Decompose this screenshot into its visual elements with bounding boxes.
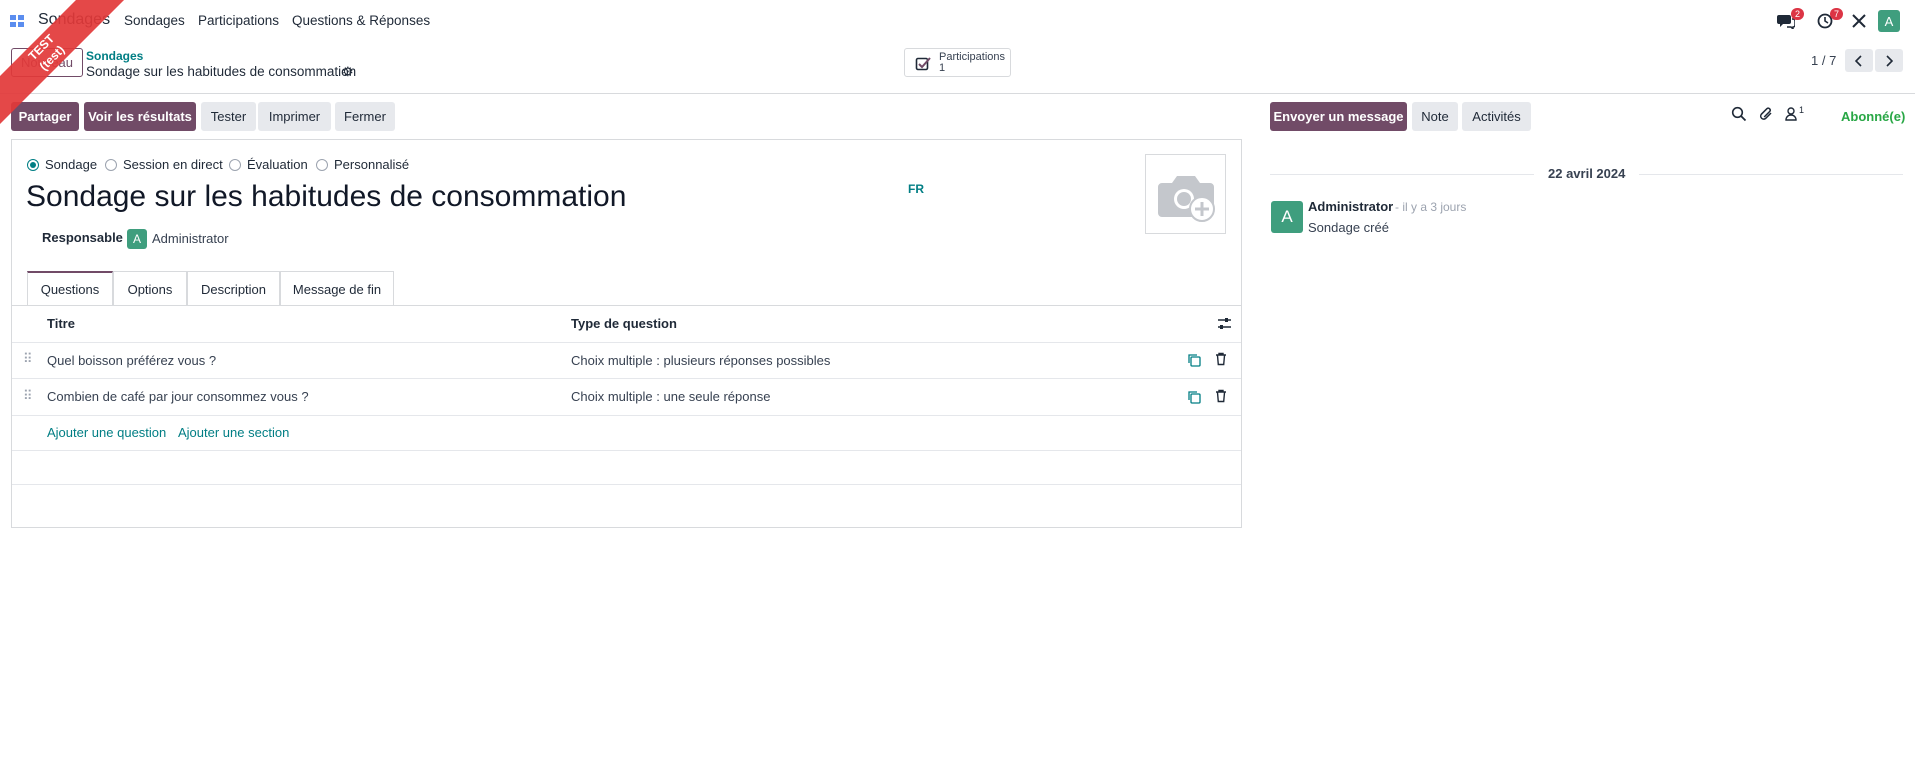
print-button[interactable]: Imprimer <box>258 102 331 131</box>
responsible-label: Responsable <box>42 230 123 245</box>
radio-circle <box>316 158 328 171</box>
tab-questions[interactable]: Questions <box>27 271 113 306</box>
user-menu[interactable]: A <box>1877 9 1901 33</box>
message-time: - il y a 3 jours <box>1395 200 1467 214</box>
tab-end-message[interactable]: Message de fin <box>280 271 394 306</box>
new-button[interactable]: Nouveau <box>11 48 83 77</box>
tab-divider <box>11 305 1242 306</box>
tools-icon <box>1852 14 1866 28</box>
add-question-link[interactable]: Ajouter une question <box>47 425 166 440</box>
drag-handle-icon[interactable]: ⠿ <box>23 351 32 367</box>
activities-badge: 7 <box>1830 8 1843 20</box>
question-title-cell[interactable]: Combien de café par jour consommez vous … <box>47 389 309 404</box>
smart-button-label: Participations <box>939 51 1006 63</box>
see-results-button[interactable]: Voir les résultats <box>84 102 196 131</box>
radio-circle <box>105 158 117 171</box>
copy-icon[interactable] <box>1187 390 1201 404</box>
question-title-cell[interactable]: Quel boisson préférez vous ? <box>47 353 216 368</box>
tab-description[interactable]: Description <box>187 271 280 306</box>
language-button[interactable]: FR <box>908 182 924 196</box>
followers-count: 1 <box>1799 105 1805 115</box>
user-avatar: A <box>1878 10 1900 32</box>
radio-label: Personnalisé <box>334 157 410 172</box>
question-type-cell[interactable]: Choix multiple : plusieurs réponses poss… <box>571 353 830 368</box>
pager-value[interactable]: 1 / 7 <box>1811 53 1836 68</box>
chevron-right-icon <box>1886 54 1893 67</box>
paperclip-icon[interactable] <box>1758 106 1774 122</box>
smart-button-value: 1 <box>939 62 946 74</box>
messaging-menu[interactable]: 2 <box>1774 8 1804 33</box>
message-author[interactable]: Administrator <box>1308 199 1393 214</box>
radio-label: Évaluation <box>247 157 308 172</box>
pager-previous[interactable] <box>1845 49 1873 72</box>
search-icon[interactable] <box>1731 106 1747 122</box>
copy-icon[interactable] <box>1187 353 1201 367</box>
row-divider <box>12 378 1241 379</box>
row-divider <box>12 415 1241 416</box>
column-header-type[interactable]: Type de question <box>571 316 677 331</box>
message-body: Sondage créé <box>1308 220 1389 235</box>
activities-button[interactable]: Activités <box>1462 102 1531 131</box>
debug-tools[interactable] <box>1847 9 1871 33</box>
menu-sondages[interactable]: Sondages <box>124 13 185 28</box>
column-header-title[interactable]: Titre <box>47 316 75 331</box>
survey-title-field[interactable]: Sondage sur les habitudes de consommatio… <box>26 180 626 214</box>
tab-options[interactable]: Options <box>113 271 187 306</box>
share-button[interactable]: Partager <box>11 102 79 131</box>
close-button[interactable]: Fermer <box>335 102 395 131</box>
image-upload[interactable] <box>1145 154 1226 234</box>
messages-badge: 2 <box>1791 8 1804 20</box>
followers-icon[interactable] <box>1784 106 1800 122</box>
radio-label: Session en direct <box>123 157 223 172</box>
row-divider <box>12 450 1241 451</box>
chevron-left-icon <box>1855 54 1862 67</box>
trash-icon[interactable] <box>1214 352 1228 366</box>
radio-circle <box>229 158 241 171</box>
radio-session-live[interactable]: Session en direct <box>105 157 223 172</box>
app-name[interactable]: Sondages <box>38 11 110 29</box>
row-divider <box>12 484 1241 485</box>
activities-menu[interactable]: 7 <box>1813 8 1843 33</box>
radio-custom[interactable]: Personnalisé <box>316 157 409 172</box>
send-message-button[interactable]: Envoyer un message <box>1270 102 1407 131</box>
checkbox-icon <box>915 57 931 71</box>
question-type-cell[interactable]: Choix multiple : une seule réponse <box>571 389 770 404</box>
menu-participations[interactable]: Participations <box>198 13 279 28</box>
apps-menu-icon[interactable] <box>10 13 32 29</box>
responsible-field[interactable]: Administrator <box>152 231 229 246</box>
radio-circle <box>27 158 39 171</box>
row-divider <box>12 342 1241 343</box>
log-note-button[interactable]: Note <box>1412 102 1458 131</box>
radio-label: Sondage <box>45 157 98 172</box>
menu-questions-reponses[interactable]: Questions & Réponses <box>292 13 430 28</box>
radio-sondage[interactable]: Sondage <box>27 157 97 172</box>
test-button[interactable]: Tester <box>201 102 256 131</box>
breadcrumb-parent[interactable]: Sondages <box>86 49 143 63</box>
top-navbar: Sondages Sondages Participations Questio… <box>0 0 1915 42</box>
camera-add-icon <box>1158 176 1215 222</box>
trash-icon[interactable] <box>1214 389 1228 403</box>
pager-next[interactable] <box>1875 49 1903 72</box>
responsible-avatar: A <box>127 229 147 249</box>
breadcrumb-current: Sondage sur les habitudes de consommatio… <box>86 64 357 79</box>
gear-icon[interactable]: ⚙ <box>342 64 354 80</box>
date-separator-label: 22 avril 2024 <box>1534 166 1640 181</box>
drag-handle-icon[interactable]: ⠿ <box>23 388 32 404</box>
radio-evaluation[interactable]: Évaluation <box>229 157 308 172</box>
add-section-link[interactable]: Ajouter une section <box>178 425 289 440</box>
follow-status-button[interactable]: Abonné(e) <box>1841 109 1905 124</box>
participations-smart-button[interactable]: Participations 1 <box>904 48 1011 77</box>
message-author-avatar[interactable]: A <box>1271 201 1303 233</box>
optional-columns-icon[interactable] <box>1217 316 1232 331</box>
